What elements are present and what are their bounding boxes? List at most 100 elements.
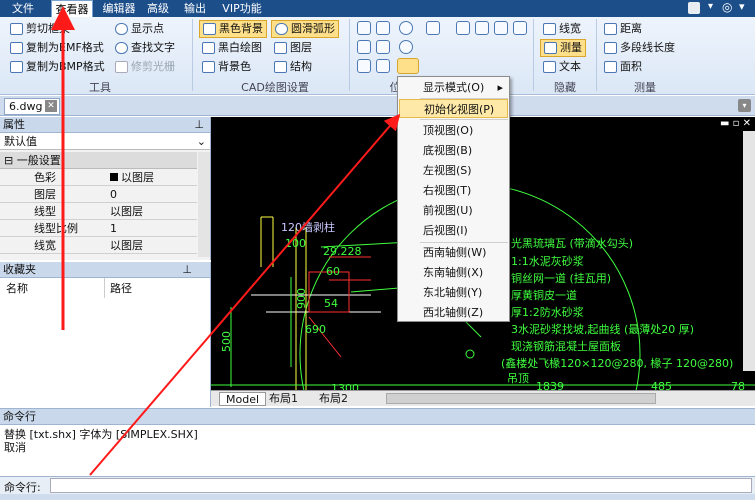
paint-icon[interactable] — [688, 2, 700, 14]
prop-row[interactable]: 色彩 以图层 — [0, 169, 197, 186]
color-swatch — [110, 173, 118, 181]
tab-list-icon[interactable]: ▾ — [738, 99, 751, 112]
trim-raster-button[interactable]: 修剪光栅 — [115, 58, 175, 76]
document-tab-bar: ▾ — [0, 96, 755, 116]
canvas-vscrollbar[interactable] — [743, 131, 755, 371]
canvas-hscrollbar[interactable] — [386, 393, 656, 404]
favorites-panel: 收藏夹 ⊥ 名称 路径 — [0, 262, 211, 407]
line-width-icon — [543, 23, 556, 35]
zoom-out-icon[interactable] — [399, 40, 413, 54]
orbit-icon[interactable] — [376, 59, 390, 73]
menu-file[interactable]: 文件 — [2, 0, 44, 17]
text-button[interactable]: 文本 — [543, 58, 581, 76]
black-background-button[interactable]: 黑色背景 — [199, 20, 267, 38]
close-icon[interactable]: ▾ — [739, 0, 745, 13]
menu-item-init-view[interactable]: 初始化视图(P) — [399, 99, 508, 118]
drawing-label: 厚黄铜皮一道 — [511, 289, 577, 302]
line-width-button[interactable]: 线宽 — [543, 20, 581, 38]
menu-item-top-view[interactable]: 顶视图(O) — [399, 121, 508, 140]
section-general[interactable]: ⊟ 一般设置 — [0, 152, 197, 169]
pan-hand-icon[interactable] — [426, 21, 440, 35]
help-icon[interactable]: ◎ — [722, 0, 732, 14]
show-points-button[interactable]: 显示点 — [115, 20, 164, 38]
prop-row[interactable]: 线宽 以图层 — [0, 237, 197, 254]
bw-drawing-icon — [202, 42, 215, 54]
document-tab[interactable]: 6.dwg ✕ — [4, 98, 60, 115]
group-separator — [349, 19, 350, 91]
command-history: 替换 [txt.shx] 字体为 [SIMPLEX.SHX] 取消 — [0, 425, 755, 457]
background-color-button[interactable]: 背景色 — [202, 58, 251, 76]
drawing-label: 厚1:2防水砂浆 — [511, 306, 584, 319]
menu-item-front-view[interactable]: 前视图(U) — [399, 201, 508, 220]
tab-layout2[interactable]: 布局2 — [319, 392, 348, 406]
close-tab-icon[interactable]: ✕ — [45, 100, 57, 112]
refresh-icon[interactable] — [494, 21, 508, 35]
menu-editor[interactable]: 编辑器 — [100, 0, 138, 17]
menu-item-ne-iso[interactable]: 东北轴侧(Y) — [399, 283, 508, 302]
arrow-right-icon[interactable] — [475, 21, 489, 35]
zoom-in-icon[interactable] — [399, 21, 413, 35]
drawing-label: 29.228 — [323, 245, 362, 258]
smooth-arc-button[interactable]: 圆滑弧形 — [271, 20, 339, 38]
prop-row[interactable]: 线型 以图层 — [0, 203, 197, 220]
structure-button[interactable]: 结构 — [274, 58, 312, 76]
menu-item-sw-iso[interactable]: 西南轴侧(W) — [399, 243, 508, 262]
properties-scrollbar[interactable] — [198, 152, 210, 257]
chevron-down-icon: ⌄ — [196, 135, 206, 148]
prop-row[interactable]: 图层 0 — [0, 186, 197, 203]
menu-item-left-view[interactable]: 左视图(S) — [399, 161, 508, 180]
bw-drawing-button[interactable]: 黑白绘图 — [202, 39, 262, 57]
arrow-left-icon[interactable] — [456, 21, 470, 35]
tab-layout1[interactable]: 布局1 — [269, 392, 298, 406]
drawing-label: 光黑琉璃瓦 (带滴水勾头) — [511, 237, 634, 250]
measure-button[interactable]: 测量 — [540, 39, 586, 57]
menu-item-display-mode[interactable]: 显示模式(O) ▸ — [399, 78, 508, 97]
layers-button[interactable]: 图层 — [274, 39, 312, 57]
menu-item-bottom-view[interactable]: 底视图(B) — [399, 141, 508, 160]
group-separator — [533, 19, 534, 91]
text-icon — [543, 61, 556, 73]
area-button[interactable]: 面积 — [604, 58, 642, 76]
polyline-length-button[interactable]: 多段线长度 — [604, 39, 675, 57]
menu-viewer[interactable]: 查看器 — [51, 0, 93, 17]
menu-item-nw-iso[interactable]: 西北轴侧(Z) — [399, 303, 508, 322]
zoom-window-icon[interactable] — [376, 21, 390, 35]
group-label-measure: 测量 — [634, 81, 656, 94]
menu-advanced[interactable]: 高级 — [143, 0, 173, 17]
3d-view-icon[interactable] — [397, 58, 419, 74]
layers-icon — [274, 42, 287, 54]
menu-item-back-view[interactable]: 后视图(I) — [399, 221, 508, 240]
extents-icon[interactable] — [376, 40, 390, 54]
pin-icon[interactable]: ⊥ — [194, 117, 204, 133]
menu-item-right-view[interactable]: 右视图(T) — [399, 181, 508, 200]
rotate-icon[interactable] — [357, 59, 371, 73]
select-icon[interactable] — [357, 21, 371, 35]
copy-bmp-icon — [10, 61, 23, 73]
background-color-icon — [202, 61, 215, 73]
prop-row[interactable]: 线型比例 1 — [0, 220, 197, 237]
copy-emf-button[interactable]: 复制为EMF格式 — [10, 39, 104, 57]
find-text-button[interactable]: 查找文字 — [115, 39, 175, 57]
distance-button[interactable]: 距离 — [604, 20, 642, 38]
chevron-up-icon[interactable]: ▾ — [708, 1, 713, 12]
properties-dropdown[interactable]: 默认值 ⌄ — [0, 133, 210, 150]
collapse-icon[interactable]: ⊟ — [4, 154, 13, 167]
plus-circle-icon — [115, 23, 128, 35]
menu-vip[interactable]: VIP功能 — [216, 0, 268, 17]
copy-bmp-button[interactable]: 复制为BMP格式 — [10, 58, 105, 76]
rotate-view-icon[interactable] — [513, 21, 527, 35]
cut-frame-button[interactable]: 剪切框架 — [10, 20, 70, 38]
drawing-label: 100 — [285, 237, 306, 250]
favorites-col-path[interactable]: 路径 — [110, 280, 132, 296]
tab-model[interactable]: Model — [219, 392, 267, 406]
canvas-window-controls[interactable]: ▬ ▫ ✕ — [720, 118, 751, 129]
command-input[interactable] — [50, 478, 752, 493]
fit-icon[interactable] — [357, 40, 371, 54]
pin-icon[interactable]: ⊥ — [182, 262, 192, 278]
menu-output[interactable]: 输出 — [180, 0, 210, 17]
menu-item-se-iso[interactable]: 东南轴侧(X) — [399, 263, 508, 282]
drawing-label: (鑫楼处飞椽120×120@280, 椽子 120@280) — [501, 357, 734, 370]
favorites-col-name[interactable]: 名称 — [6, 280, 28, 296]
drawing-label: 60 — [326, 265, 340, 278]
drawing-label: 120墙剥柱 — [281, 221, 335, 234]
